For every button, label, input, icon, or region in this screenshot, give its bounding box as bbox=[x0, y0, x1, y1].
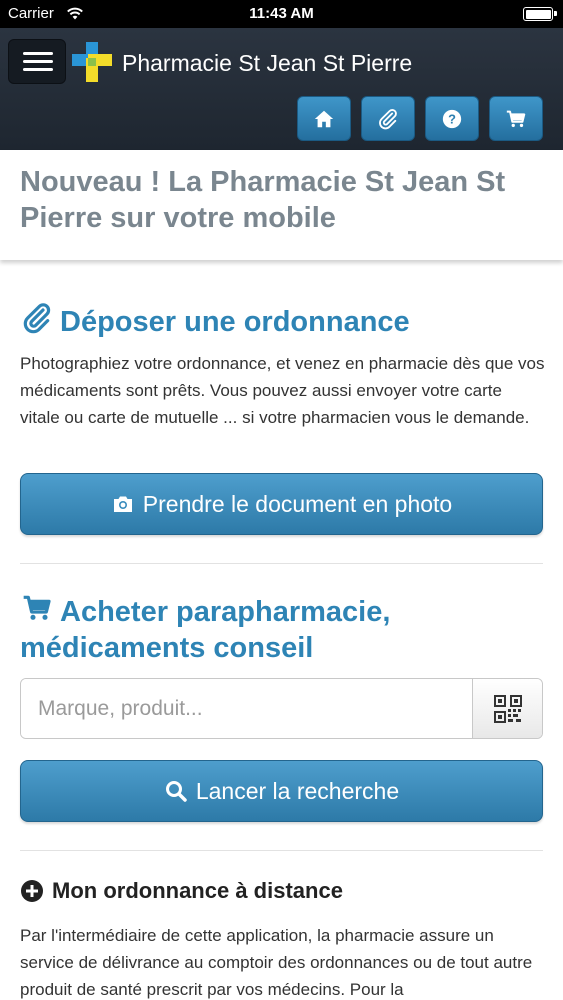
qr-scan-button[interactable] bbox=[472, 679, 542, 738]
paperclip-icon bbox=[379, 108, 397, 129]
remote-prescription-title: Mon ordonnance à distance bbox=[20, 878, 343, 904]
shop-title-text: Acheter parapharmacie, médicaments conse… bbox=[20, 596, 391, 664]
app-title: Pharmacie St Jean St Pierre bbox=[122, 50, 413, 76]
prescription-title-text: Déposer une ordonnance bbox=[60, 306, 410, 338]
cart-icon bbox=[23, 595, 51, 620]
section-divider bbox=[20, 850, 543, 851]
section-divider bbox=[20, 563, 543, 564]
attachment-nav-button[interactable] bbox=[361, 96, 415, 141]
search-icon bbox=[165, 781, 187, 802]
hero-banner: Nouveau ! La Pharmacie St Jean St Pierre… bbox=[0, 150, 563, 260]
clock: 11:43 AM bbox=[249, 5, 314, 22]
help-nav-button[interactable]: ? bbox=[425, 96, 479, 141]
home-icon bbox=[314, 110, 334, 127]
search-submit-button[interactable]: Lancer la recherche bbox=[20, 760, 543, 822]
take-photo-label: Prendre le document en photo bbox=[142, 490, 453, 517]
hero-title: Nouveau ! La Pharmacie St Jean St Pierre… bbox=[20, 166, 506, 234]
battery-icon bbox=[523, 7, 557, 21]
prescription-description: Photographiez votre ordonnance, et venez… bbox=[20, 354, 545, 427]
product-search-group bbox=[20, 678, 543, 739]
remote-title-text: Mon ordonnance à distance bbox=[52, 878, 343, 903]
paperclip-icon bbox=[23, 303, 51, 334]
help-icon: ? bbox=[442, 109, 462, 128]
camera-icon bbox=[113, 496, 132, 512]
svg-text:?: ? bbox=[448, 111, 456, 126]
hamburger-menu-button[interactable] bbox=[8, 39, 66, 84]
qr-code-icon bbox=[493, 694, 522, 723]
prescription-section-title: Déposer une ordonnance bbox=[20, 302, 410, 340]
shop-section-title: Acheter parapharmacie, médicaments conse… bbox=[20, 592, 563, 666]
cart-icon bbox=[506, 110, 526, 127]
search-submit-label: Lancer la recherche bbox=[195, 777, 400, 804]
pharmacy-cross-logo-icon bbox=[72, 42, 112, 82]
home-nav-button[interactable] bbox=[297, 96, 351, 141]
app-header: Pharmacie St Jean St Pierre ? bbox=[0, 28, 563, 150]
remote-prescription-description: Par l'intermédiaire de cette application… bbox=[20, 926, 533, 999]
product-search-input[interactable] bbox=[21, 679, 472, 738]
take-photo-button[interactable]: Prendre le document en photo bbox=[20, 473, 543, 535]
plus-circle-icon bbox=[21, 880, 43, 902]
cart-nav-button[interactable] bbox=[489, 96, 543, 141]
status-bar: Carrier 11:43 AM bbox=[0, 0, 563, 28]
